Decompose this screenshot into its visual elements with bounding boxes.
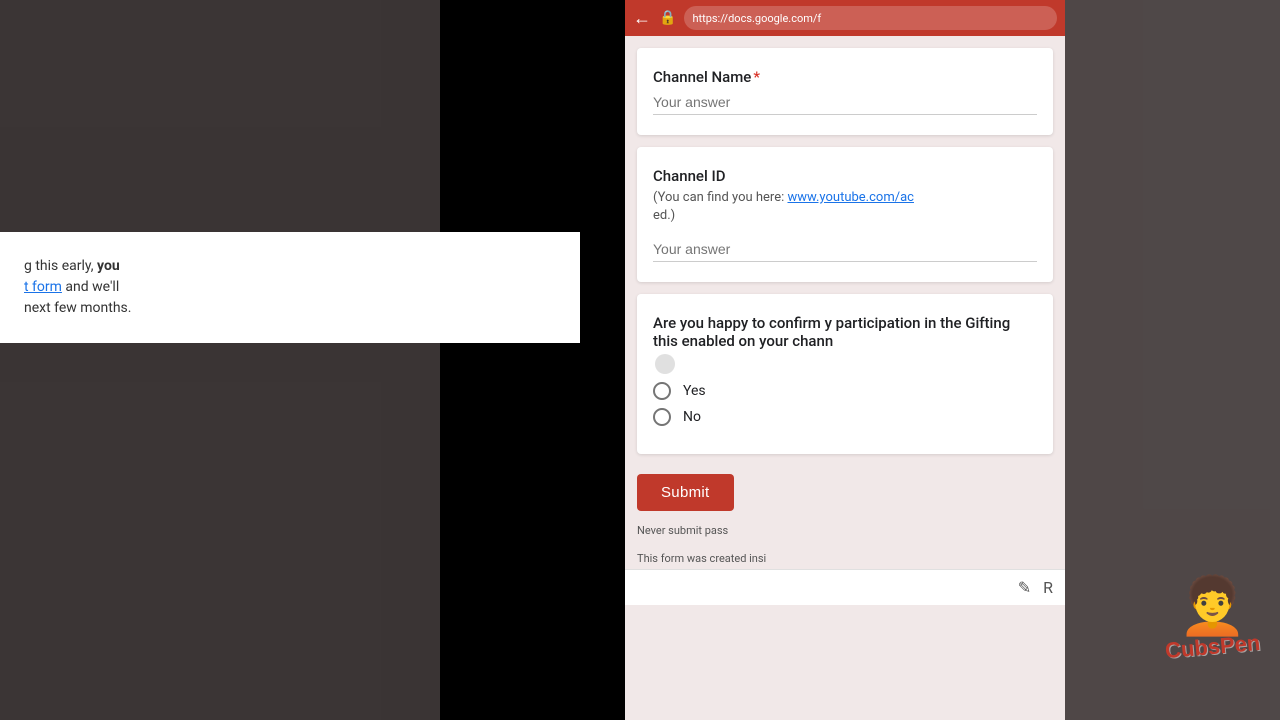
confirmation-card: Are you happy to confirm y participation… — [637, 294, 1053, 454]
channel-id-link[interactable]: www.youtube.com/ac — [787, 190, 913, 205]
radio-no-label: No — [683, 409, 701, 425]
radio-no-circle — [653, 408, 671, 426]
channel-name-label: Channel Name* — [653, 68, 1037, 86]
right-panel: ← 🔒 https://docs.google.com/f Channel Na… — [840, 0, 1280, 720]
channel-name-required: * — [753, 68, 760, 86]
channel-id-input[interactable] — [653, 237, 1037, 262]
lock-icon: 🔒 — [659, 10, 676, 26]
channel-id-label: Channel ID — [653, 167, 1037, 185]
ghost-radio-indicator — [655, 354, 675, 374]
channel-id-card: Channel ID (You can find you here: www.y… — [637, 147, 1053, 282]
bold-you: you — [97, 258, 120, 274]
pencil-icon[interactable]: ✎ — [1018, 578, 1031, 597]
watermark-text: CubsPen — [1164, 630, 1261, 664]
url-bar: https://docs.google.com/f — [684, 6, 1057, 30]
channel-name-input[interactable] — [653, 90, 1037, 115]
form-content[interactable]: Channel Name* Channel ID (You can find y… — [625, 36, 1065, 720]
submit-button[interactable]: Submit — [637, 474, 734, 511]
left-card-text: g this early, you t form and we'll next … — [24, 256, 552, 319]
report-label[interactable]: R — [1043, 578, 1053, 597]
phone-form: ← 🔒 https://docs.google.com/f Channel Na… — [625, 0, 1065, 720]
radio-yes[interactable]: Yes — [653, 382, 1037, 400]
channel-id-label-text: Channel ID — [653, 167, 726, 185]
radio-yes-label: Yes — [683, 383, 706, 399]
form-created-text: This form was created insi — [637, 552, 766, 565]
radio-yes-circle — [653, 382, 671, 400]
channel-id-sublabel: (You can find you here: www.youtube.com/… — [653, 189, 1037, 225]
channel-name-card: Channel Name* — [637, 48, 1053, 135]
footer-text1: Never submit pass — [637, 524, 728, 537]
form-link[interactable]: t form — [24, 279, 62, 295]
left-panel: g this early, you t form and we'll next … — [0, 0, 440, 720]
avatar-emoji: 🧑‍🦱 — [1165, 578, 1260, 634]
browser-bar: ← 🔒 https://docs.google.com/f — [625, 0, 1065, 36]
left-content-card: g this early, you t form and we'll next … — [0, 232, 580, 343]
submit-area: Submit — [625, 466, 1065, 515]
back-button[interactable]: ← — [633, 8, 651, 29]
confirmation-label: Are you happy to confirm y participation… — [653, 314, 1037, 350]
form-created: This form was created insi — [625, 548, 1065, 569]
url-text: https://docs.google.com/f — [692, 12, 821, 25]
radio-no[interactable]: No — [653, 408, 1037, 426]
form-footer: Never submit pass — [625, 515, 1065, 548]
left-overlay — [0, 0, 440, 720]
watermark-container: 🧑‍🦱 CubsPen — [1165, 578, 1260, 660]
bottom-bar: ✎ R — [625, 569, 1065, 605]
channel-name-label-text: Channel Name — [653, 68, 751, 86]
